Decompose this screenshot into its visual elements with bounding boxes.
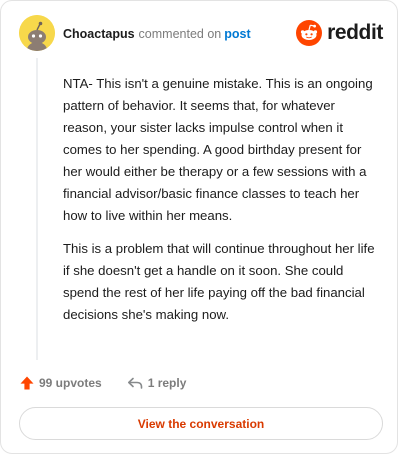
reddit-logo[interactable]: reddit [296,20,383,46]
action-text: commented on [138,27,222,41]
comment-meta: Choactapus commented on post [63,26,251,42]
comment-footer: 99 upvotes 1 reply [19,373,186,393]
comment-body: NTA- This isn't a genuine mistake. This … [63,73,379,337]
user-avatar[interactable] [19,15,55,51]
snoo-avatar-icon [19,15,55,51]
replies-stat[interactable]: 1 reply [126,375,187,391]
post-link[interactable]: post [224,27,250,41]
comment-paragraph-2: This is a problem that will continue thr… [63,241,375,322]
embedded-comment-card: Choactapus commented on post reddit NTA- T… [0,0,398,454]
reply-arrow-icon [127,377,143,389]
upvote-arrow-icon [20,376,34,390]
thread-line [36,58,38,360]
reply-count: 1 reply [147,376,187,390]
username-link[interactable]: Choactapus [63,27,135,41]
reddit-wordmark: reddit [327,21,383,44]
view-conversation-button[interactable]: View the conversation [19,407,383,440]
comment-header: Choactapus commented on post reddit [19,15,383,53]
upvotes-stat[interactable]: 99 upvotes [19,375,102,391]
upvote-count: 99 upvotes [39,376,102,390]
reddit-snoo-icon [296,20,323,46]
comment-paragraph-1: NTA- This isn't a genuine mistake. This … [63,76,373,223]
